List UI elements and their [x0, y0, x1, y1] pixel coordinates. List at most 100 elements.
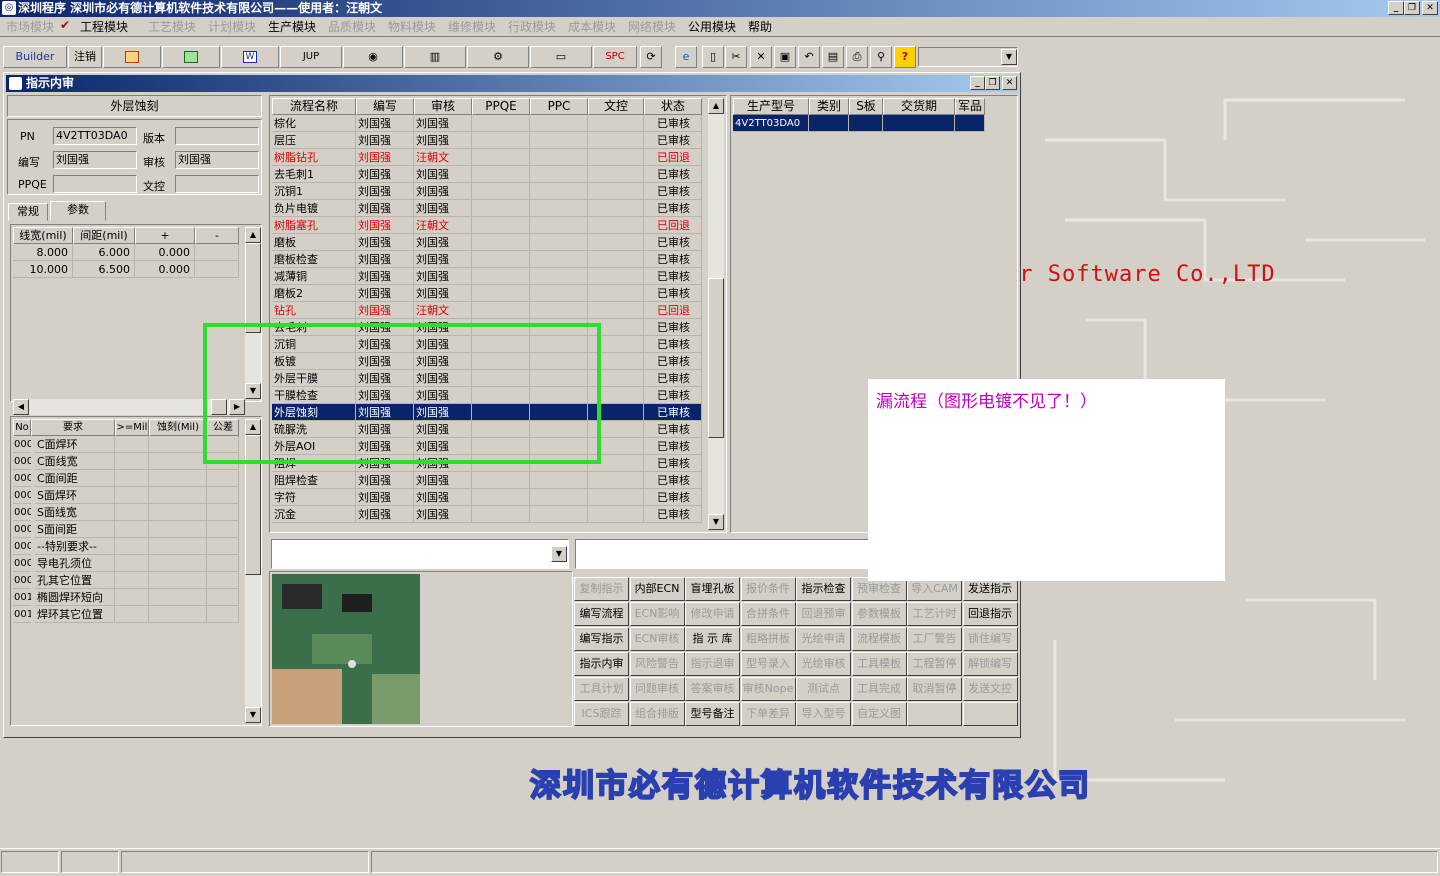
req-column-header[interactable]: 蚀刻(Mil) — [149, 419, 207, 436]
close-icon[interactable]: ✕ — [1422, 1, 1438, 15]
flow-cell[interactable] — [588, 132, 644, 149]
flow-cell[interactable]: 刘国强 — [414, 115, 472, 132]
action-button[interactable]: 编写流程 — [574, 602, 629, 626]
req-text[interactable]: C面间距 — [35, 470, 115, 487]
pn-field[interactable]: 4V2TT03DA0 — [53, 127, 137, 145]
action-button[interactable]: 型号录入 — [740, 652, 796, 676]
flow-cell[interactable]: 已审核 — [644, 285, 702, 302]
req-column-header[interactable]: >=Mil — [115, 419, 149, 436]
flow-cell[interactable]: 已审核 — [644, 370, 702, 387]
flow-cell[interactable]: 已审核 — [644, 336, 702, 353]
flow-cell[interactable]: 已审核 — [644, 319, 702, 336]
doc-control-field[interactable] — [175, 175, 259, 193]
flow-cell[interactable]: 已审核 — [644, 200, 702, 217]
print-button[interactable]: ⎙ — [846, 46, 868, 68]
flow-cell[interactable]: 汪朝文 — [414, 302, 472, 319]
flow-cell[interactable] — [472, 268, 530, 285]
req-cell[interactable] — [207, 572, 239, 589]
flow-cell[interactable]: 树脂钻孔 — [272, 149, 356, 166]
flow-cell[interactable] — [530, 115, 588, 132]
param-cell[interactable]: 10.000 — [13, 261, 73, 278]
flow-column-header[interactable]: 文控 — [588, 98, 644, 115]
req-cell[interactable] — [149, 504, 207, 521]
action-button[interactable]: 指示退审 — [685, 652, 740, 676]
action-button[interactable] — [962, 702, 1018, 726]
action-button[interactable]: 风险警告 — [629, 652, 685, 676]
flow-cell[interactable]: 已审核 — [644, 166, 702, 183]
req-no[interactable]: 001 — [13, 589, 31, 606]
note-input[interactable] — [575, 539, 875, 569]
flow-cell[interactable]: 刘国强 — [356, 251, 414, 268]
toolbar-combo[interactable]: ▼ — [918, 47, 1018, 67]
action-button[interactable]: 参数模板 — [851, 602, 907, 626]
flow-cell[interactable]: 已审核 — [644, 132, 702, 149]
help-button[interactable]: ? — [894, 46, 916, 68]
tab-general[interactable]: 常规 — [8, 203, 48, 221]
req-no[interactable]: 001 — [13, 606, 31, 623]
flow-cell[interactable] — [530, 217, 588, 234]
action-button[interactable]: 取消暂停 — [907, 677, 962, 701]
flow-cell[interactable]: 阻焊检查 — [272, 472, 356, 489]
req-cell[interactable] — [149, 572, 207, 589]
param-cell[interactable]: 6.000 — [73, 244, 135, 261]
flow-cell[interactable] — [530, 302, 588, 319]
req-text[interactable]: 孔其它位置 — [35, 572, 115, 589]
flow-cell[interactable]: 磨板检查 — [272, 251, 356, 268]
action-button[interactable]: 工程暂停 — [907, 652, 962, 676]
flow-cell[interactable]: 已回退 — [644, 149, 702, 166]
flow-combo[interactable]: ▼ — [271, 539, 569, 569]
menu-item[interactable]: 工艺模块 — [148, 19, 196, 35]
flow-cell[interactable]: 已审核 — [644, 489, 702, 506]
req-cell[interactable] — [207, 487, 239, 504]
req-text[interactable]: 导电孔须位 — [35, 555, 115, 572]
database-button[interactable]: ▥ — [404, 46, 466, 68]
req-cell[interactable] — [149, 606, 207, 623]
param-cell[interactable]: 6.500 — [73, 261, 135, 278]
req-cell[interactable] — [207, 521, 239, 538]
flow-cell[interactable] — [588, 149, 644, 166]
flow-cell[interactable] — [472, 234, 530, 251]
req-cell[interactable] — [207, 606, 239, 623]
flow-cell[interactable]: 刘国强 — [414, 166, 472, 183]
flow-cell[interactable] — [530, 251, 588, 268]
flow-cell[interactable]: 刘国强 — [414, 285, 472, 302]
flow-cell[interactable] — [530, 285, 588, 302]
flow-cell[interactable]: 字符 — [272, 489, 356, 506]
flow-cell[interactable]: 沉金 — [272, 506, 356, 523]
window-minimize-icon[interactable]: _ — [970, 76, 985, 90]
scroll-left-icon[interactable]: ◀ — [13, 399, 29, 415]
req-cell[interactable] — [115, 504, 149, 521]
req-no[interactable]: 000 — [13, 572, 31, 589]
action-button[interactable]: 工具完成 — [851, 677, 907, 701]
flow-cell[interactable] — [530, 132, 588, 149]
action-button[interactable]: ICS跟踪 — [574, 702, 629, 726]
action-button[interactable]: 发送文控 — [962, 677, 1018, 701]
flow-cell[interactable]: 已回退 — [644, 302, 702, 319]
product-column-header[interactable]: 军品 — [955, 98, 985, 115]
param-cell[interactable] — [195, 244, 239, 261]
req-column-header[interactable]: No — [13, 419, 31, 436]
flow-cell[interactable] — [530, 149, 588, 166]
flow-cell[interactable] — [588, 489, 644, 506]
product-row[interactable] — [849, 115, 883, 132]
req-text[interactable]: --特别要求-- — [35, 538, 115, 555]
menu-item[interactable]: 市场模块 — [6, 19, 54, 35]
flow-cell[interactable]: 已审核 — [644, 472, 702, 489]
ppqe-field[interactable] — [53, 175, 137, 193]
flow-cell[interactable]: 刘国强 — [414, 472, 472, 489]
param-cell[interactable]: 0.000 — [135, 261, 195, 278]
flow-cell[interactable]: 刘国强 — [356, 234, 414, 251]
powerpoint-button[interactable] — [103, 46, 161, 68]
req-cell[interactable] — [207, 555, 239, 572]
menu-item[interactable]: 物料模块 — [388, 19, 436, 35]
action-button[interactable]: 回退指示 — [962, 602, 1018, 626]
flow-cell[interactable]: 已审核 — [644, 234, 702, 251]
network-button[interactable]: ⚙ — [467, 46, 529, 68]
flow-cell[interactable]: 刘国强 — [356, 506, 414, 523]
flow-cell[interactable] — [588, 268, 644, 285]
action-button[interactable]: 锁住编写 — [962, 627, 1018, 651]
flow-cell[interactable]: 钻孔 — [272, 302, 356, 319]
flow-cell[interactable]: 已审核 — [644, 183, 702, 200]
req-no[interactable]: 000 — [13, 538, 31, 555]
product-column-header[interactable]: 类别 — [809, 98, 849, 115]
